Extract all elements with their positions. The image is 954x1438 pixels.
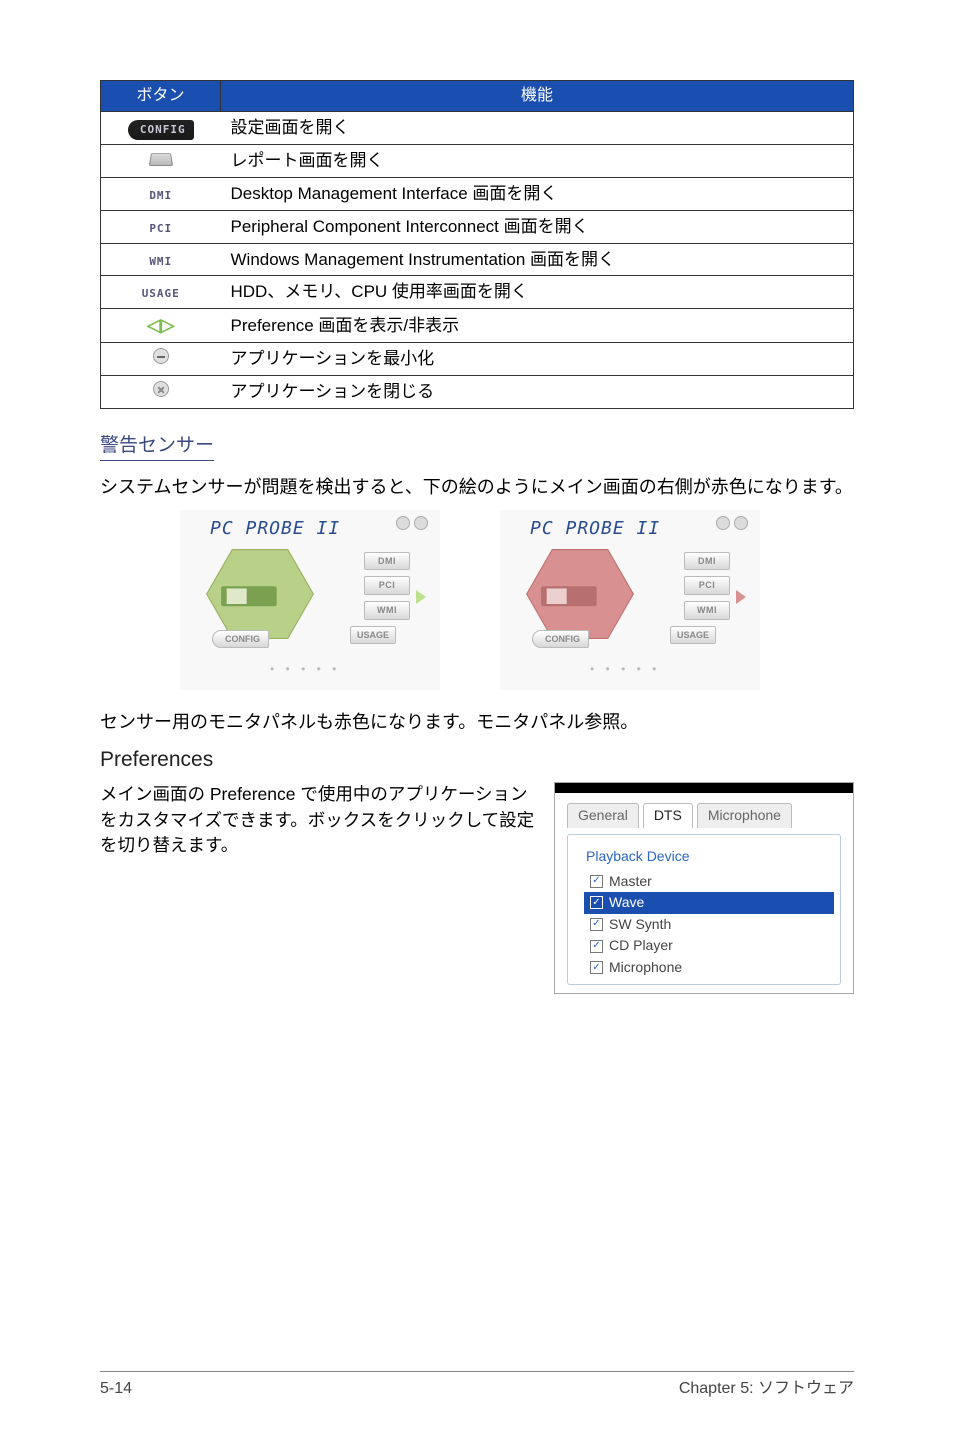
button-desc: HDD、メモリ、CPU 使用率画面を開く [221,276,854,309]
button-icon-cell: PCI [101,210,221,243]
button-desc: Peripheral Component Interconnect 画面を開く [221,210,854,243]
table-row: CONFIG 設定画面を開く [101,112,854,145]
table-row: USAGE HDD、メモリ、CPU 使用率画面を開く [101,276,854,309]
alarm-text: システムセンサーが問題を検出すると、下の絵のようにメイン画面の右側が赤色になりま… [100,475,854,500]
table-row: アプリケーションを最小化 [101,343,854,376]
probe-alarm: PC PROBE II DMI PCI WMI CONFIG USAGE • •… [500,510,760,690]
pci-icon: PCI [141,219,180,238]
dmi-icon: DMI [141,186,180,205]
probe-title: PC PROBE II [210,516,340,541]
button-icon-cell: CONFIG [101,112,221,145]
page-footer: 5-14 Chapter 5: ソフトウェア [100,1371,854,1400]
probe-window-icons-2 [716,516,748,530]
probe-images: PC PROBE II DMI PCI WMI CONFIG USAGE • •… [180,510,854,690]
checkbox-icon[interactable]: ✓ [590,875,603,888]
playback-device-group: Playback Device ✓ Master ✓ Wave ✓ SW Synth ✓ CD… [567,834,841,986]
checkbox-icon[interactable]: ✓ [590,896,603,909]
playback-item-label: Master [609,872,652,892]
config-tag-2: CONFIG [532,630,589,649]
probe-side-buttons-2: DMI PCI WMI [684,552,730,620]
sidebtn-wmi: WMI [364,601,410,620]
usage-tag: USAGE [350,626,396,645]
playback-item-label: SW Synth [609,915,671,935]
config-icon: CONFIG [128,120,194,139]
table-row: PCI Peripheral Component Interconnect 画面を… [101,210,854,243]
probe-title-2: PC PROBE II [530,516,660,541]
probe-hex-icon-2 [520,544,640,644]
sidebtn-pci-2: PCI [684,576,730,595]
usage-tag-2: USAGE [670,626,716,645]
button-desc: アプリケーションを閉じる [221,376,854,409]
sidebtn-pci: PCI [364,576,410,595]
button-icon-cell: WMI [101,243,221,276]
group-title: Playback Device [582,847,694,867]
button-desc: 設定画面を開く [221,112,854,145]
button-function-table: ボタン 機能 CONFIG 設定画面を開くレポート画面を開く DMI Desktop … [100,80,854,409]
checkbox-icon[interactable]: ✓ [590,940,603,953]
expand-icon-2 [736,590,746,604]
preferences-panel: General DTS Microphone Playback Device ✓… [554,782,854,994]
playback-item[interactable]: ✓ SW Synth [584,914,834,936]
button-icon-cell [101,145,221,178]
button-icon-cell [101,376,221,409]
sidebtn-dmi-2: DMI [684,552,730,571]
alarm-heading: 警告センサー [100,433,214,461]
checkbox-icon[interactable]: ✓ [590,918,603,931]
preferences-heading: Preferences [100,745,854,774]
pref-tabs: General DTS Microphone [567,803,841,828]
button-desc: アプリケーションを最小化 [221,343,854,376]
close-icon [153,381,169,397]
button-desc: Desktop Management Interface 画面を開く [221,177,854,210]
preferences-text: メイン画面の Preference で使用中のアプリケーションをカスタマイズでき… [100,782,544,858]
expand-icon [416,590,426,604]
probe-hex-icon [200,544,320,644]
playback-item[interactable]: ✓ Wave [584,892,834,914]
probe-dots-2: • • • • • [590,661,660,678]
table-row: DMI Desktop Management Interface 画面を開く [101,177,854,210]
probe-side-buttons: DMI PCI WMI [364,552,410,620]
playback-item-label: CD Player [609,936,673,956]
playback-item[interactable]: ✓ CD Player [584,935,834,957]
playback-item[interactable]: ✓ Microphone [584,957,834,979]
sidebtn-wmi-2: WMI [684,601,730,620]
tab-general[interactable]: General [567,803,639,828]
playback-item-label: Wave [609,893,644,913]
chapter-label: Chapter 5: ソフトウェア [679,1378,854,1400]
button-desc: Preference 画面を表示/非表示 [221,309,854,343]
minimize-icon [153,348,169,364]
tab-microphone[interactable]: Microphone [697,803,792,828]
button-desc: Windows Management Instrumentation 画面を開く [221,243,854,276]
probe-dots: • • • • • [270,661,340,678]
button-icon-cell: ◁▷ [101,309,221,343]
config-tag: CONFIG [212,630,269,649]
table-row: ◁▷ Preference 画面を表示/非表示 [101,309,854,343]
usage-icon: USAGE [134,284,188,303]
checkbox-icon[interactable]: ✓ [590,961,603,974]
alarm-note: センサー用のモニタパネルも赤色になります。モニタパネル参照。 [100,710,854,735]
th-button: ボタン [101,81,221,112]
table-row: レポート画面を開く [101,145,854,178]
folder-icon [149,153,173,166]
table-row: WMI Windows Management Instrumentation 画面… [101,243,854,276]
probe-normal: PC PROBE II DMI PCI WMI CONFIG USAGE • •… [180,510,440,690]
arrows-icon: ◁▷ [147,315,175,335]
button-desc: レポート画面を開く [221,145,854,178]
sidebtn-dmi: DMI [364,552,410,571]
panel-titlebar [555,783,853,793]
button-icon-cell: USAGE [101,276,221,309]
page-number: 5-14 [100,1378,132,1400]
probe-window-icons [396,516,428,530]
button-icon-cell [101,343,221,376]
wmi-icon: WMI [141,252,180,271]
tab-dts[interactable]: DTS [643,803,693,828]
playback-item-label: Microphone [609,958,682,978]
th-function: 機能 [221,81,854,112]
playback-item[interactable]: ✓ Master [584,871,834,893]
table-row: アプリケーションを閉じる [101,376,854,409]
button-icon-cell: DMI [101,177,221,210]
